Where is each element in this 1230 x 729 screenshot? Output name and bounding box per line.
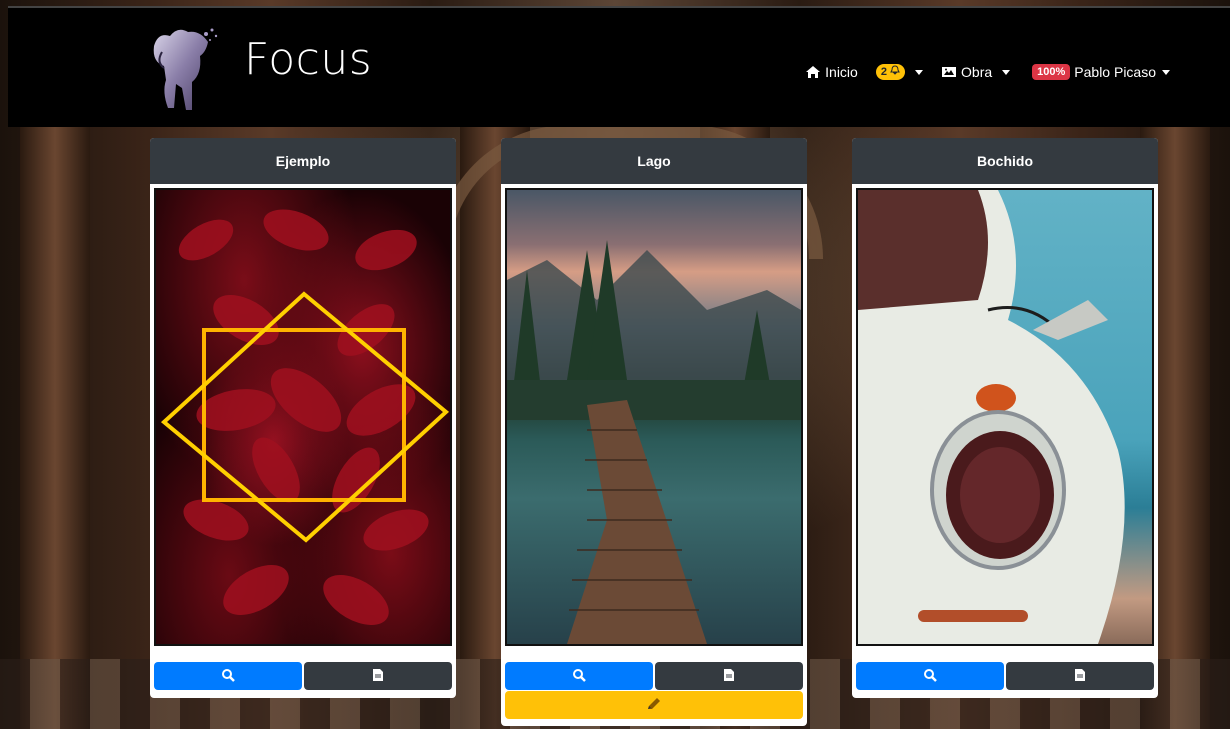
elephant-logo-icon[interactable]: [148, 22, 228, 114]
card-title: Ejemplo: [150, 138, 456, 184]
progress-badge: 100%: [1032, 64, 1071, 80]
notifications-dropdown[interactable]: 2: [875, 64, 924, 80]
card-title: Lago: [501, 138, 807, 184]
artwork-card: Ejemplo: [150, 138, 456, 698]
card-title: Bochido: [852, 138, 1158, 184]
details-button[interactable]: [304, 662, 452, 690]
nav-home-link[interactable]: Inicio: [805, 64, 858, 80]
pencil-icon: [646, 696, 662, 715]
chevron-down-icon: [1002, 69, 1011, 75]
search-icon: [923, 668, 937, 685]
edit-button[interactable]: [505, 691, 803, 719]
view-button[interactable]: [505, 662, 653, 690]
view-button[interactable]: [154, 662, 302, 690]
home-icon: [805, 65, 821, 79]
card-actions: [501, 646, 807, 690]
file-icon: [724, 668, 734, 684]
background-column: [20, 125, 90, 729]
nav-obra-label: Obra: [961, 64, 993, 80]
user-name: Pablo Picaso: [1074, 64, 1156, 80]
card-actions: [852, 646, 1158, 690]
file-icon: [373, 668, 383, 684]
bell-icon: [890, 65, 900, 78]
image-icon: [941, 65, 957, 79]
nav-home-label: Inicio: [825, 64, 858, 80]
artwork-card: Bochido: [852, 138, 1158, 698]
details-button[interactable]: [1006, 662, 1154, 690]
brand-title[interactable]: Focus: [244, 34, 372, 85]
navbar: Focus Inicio 2 Obra 100% Pablo Picaso: [8, 6, 1230, 127]
search-icon: [221, 668, 235, 685]
notifications-count: 2: [880, 66, 887, 78]
chevron-down-icon: [915, 69, 924, 75]
file-icon: [1075, 668, 1085, 684]
search-icon: [572, 668, 586, 685]
artwork-image[interactable]: [154, 188, 452, 646]
artwork-card: Lago: [501, 138, 807, 726]
nav-menu: Inicio 2 Obra 100% Pablo Picaso: [805, 64, 1170, 80]
details-button[interactable]: [655, 662, 803, 690]
artwork-image[interactable]: [505, 188, 803, 646]
card-actions: [150, 646, 456, 690]
nav-obra-dropdown[interactable]: Obra: [941, 64, 1011, 80]
notifications-badge: 2: [875, 64, 906, 80]
chevron-down-icon: [1162, 69, 1170, 75]
view-button[interactable]: [856, 662, 1004, 690]
artwork-image[interactable]: [856, 188, 1154, 646]
user-dropdown[interactable]: 100% Pablo Picaso: [1032, 64, 1170, 80]
